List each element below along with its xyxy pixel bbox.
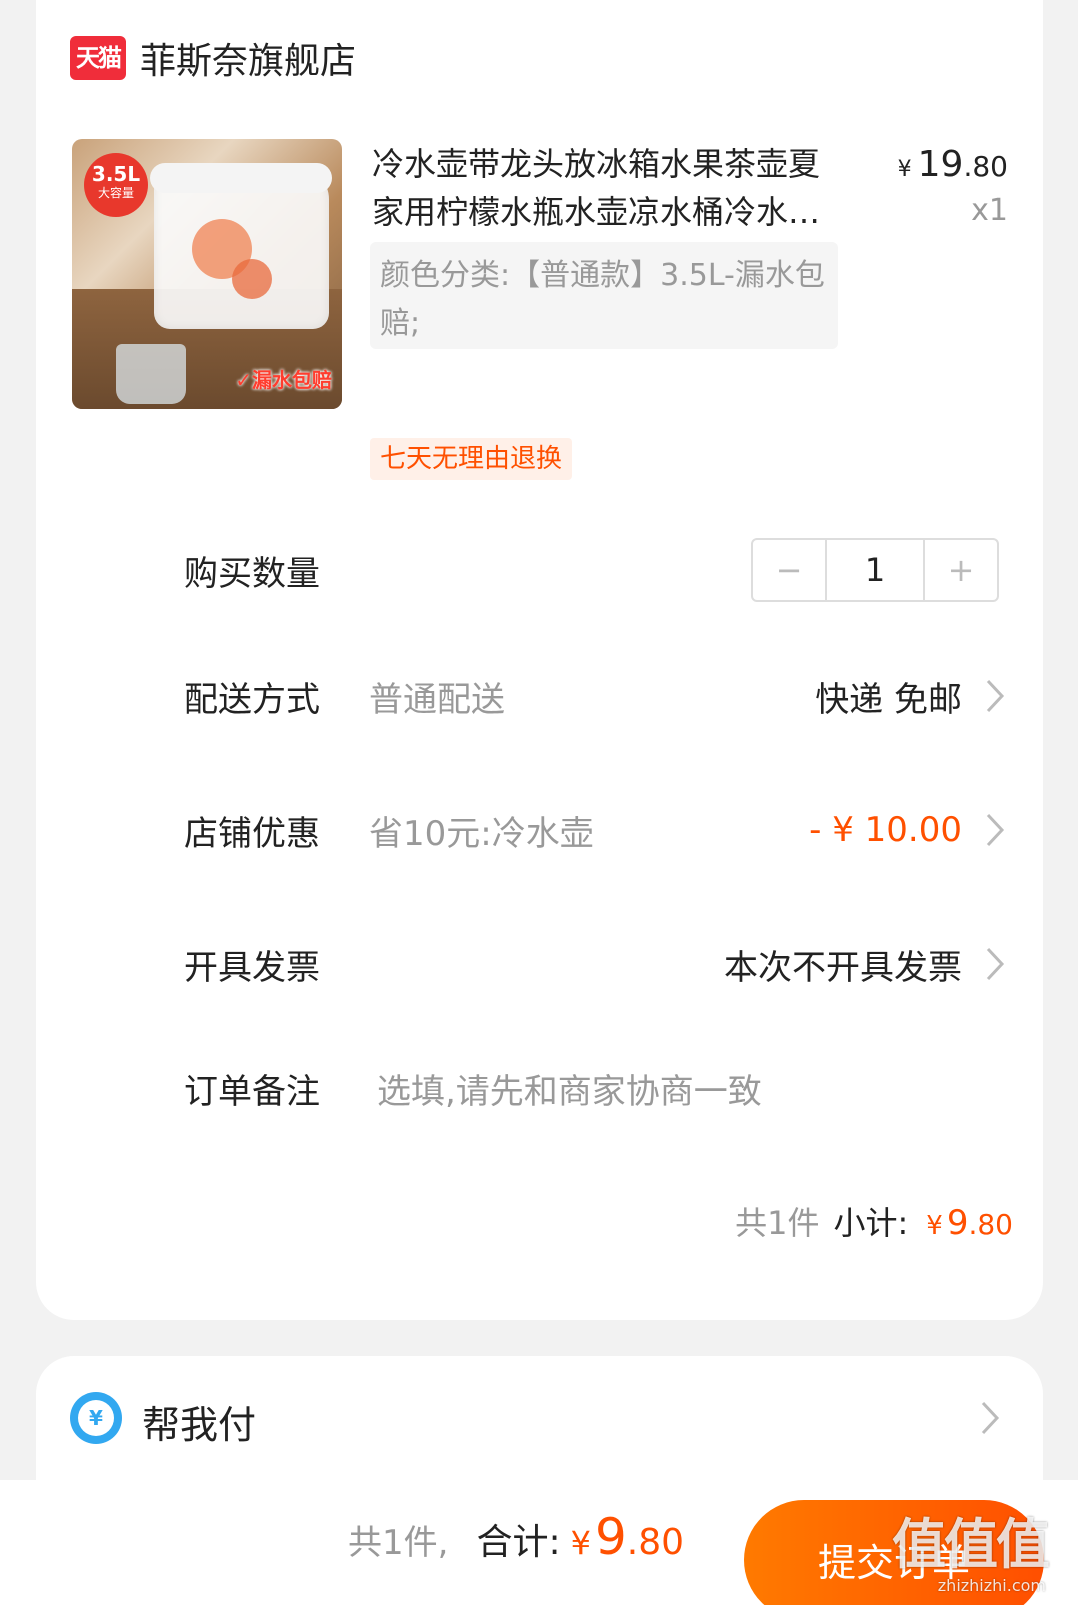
yen-icon: ¥ — [78, 1400, 114, 1436]
note-row: 订单备注 选填,请先和商家协商一致 — [184, 1058, 1008, 1118]
price-dec: .80 — [963, 150, 1008, 183]
chevron-right-icon — [977, 1398, 1003, 1438]
image-fruit — [232, 259, 272, 299]
product-price-column: ¥19.80 x1 — [898, 144, 1008, 228]
invoice-value: 本次不开具发票 — [724, 947, 962, 988]
delivery-value: 快递 免邮 — [815, 679, 962, 720]
chevron-right-icon — [982, 944, 1008, 984]
quantity-label: 购买数量 — [184, 553, 320, 594]
note-label: 订单备注 — [184, 1071, 320, 1112]
subtotal-int: 9 — [946, 1203, 969, 1243]
price-int: 19 — [917, 144, 964, 185]
image-glass — [116, 344, 186, 404]
tmall-logo-icon: 天猫 — [70, 36, 126, 80]
subtotal-symbol: ¥ — [926, 1211, 943, 1241]
watermark-url: zhizhizhi.com — [937, 1576, 1046, 1595]
capacity-badge-size: 3.5L — [91, 162, 141, 186]
shop-header[interactable]: 天猫 菲斯奈旗舰店 — [70, 32, 356, 84]
pay-for-me-label: 帮我付 — [142, 1403, 257, 1447]
total-amount: ¥9.80 — [571, 1508, 684, 1566]
image-lid — [150, 163, 332, 193]
total-int: 9 — [594, 1508, 627, 1566]
price-symbol: ¥ — [897, 157, 912, 182]
increase-button[interactable]: + — [925, 540, 997, 600]
delivery-label: 配送方式 — [184, 679, 320, 720]
sku-box[interactable]: 颜色分类:【普通款】3.5L-漏水包赔; — [370, 242, 838, 349]
capacity-badge-sub: 大容量 — [97, 186, 134, 200]
product-title[interactable]: 冷水壶带龙头放冰箱水果茶壶夏家用柠檬水瓶水壶凉水桶冷水桶大容量 — [372, 140, 842, 236]
subtotal-count: 共1件 — [735, 1204, 820, 1242]
leak-guarantee-text: ✓漏水包赔 — [235, 368, 332, 392]
chevron-right-icon — [982, 810, 1008, 850]
quantity-stepper[interactable]: − 1 + — [751, 538, 999, 602]
order-card: 天猫 菲斯奈旗舰店 3.5L 大容量 ✓漏水包赔 冷水壶带龙头放冰箱水果茶壶夏家… — [36, 0, 1043, 1320]
total-symbol: ¥ — [570, 1524, 591, 1562]
total-dec: .80 — [626, 1522, 685, 1563]
delivery-method: 普通配送 — [369, 679, 505, 720]
subtotal-dec: .80 — [968, 1208, 1013, 1241]
product-quantity: x1 — [971, 193, 1008, 228]
invoice-label: 开具发票 — [184, 947, 320, 988]
invoice-row[interactable]: 开具发票 本次不开具发票 — [184, 934, 1008, 994]
product-image[interactable]: 3.5L 大容量 ✓漏水包赔 — [72, 139, 342, 409]
discount-desc: 省10元:冷水壶 — [369, 813, 594, 854]
product-price: ¥19.80 — [898, 144, 1008, 185]
total-count: 共1件, — [348, 1523, 449, 1563]
decrease-button[interactable]: − — [753, 540, 825, 600]
note-input[interactable]: 选填,请先和商家协商一致 — [369, 1064, 1008, 1113]
chevron-right-icon — [982, 676, 1008, 716]
discount-label: 店铺优惠 — [184, 813, 320, 854]
capacity-badge: 3.5L 大容量 — [84, 153, 148, 217]
discount-row[interactable]: 店铺优惠 省10元:冷水壶 - ¥ 10.00 — [184, 800, 1008, 860]
delivery-row[interactable]: 配送方式 普通配送 快递 免邮 — [184, 666, 1008, 726]
pay-for-me-icon: ¥ — [70, 1392, 122, 1444]
subtotal-label: 小计: — [833, 1204, 909, 1242]
subtotal-amount: ¥9.80 — [926, 1203, 1013, 1243]
watermark-logo: 值值值 — [892, 1513, 1050, 1576]
shop-name[interactable]: 菲斯奈旗舰店 — [140, 32, 356, 84]
quantity-value[interactable]: 1 — [825, 540, 925, 600]
subtotal: 共1件 小计: ¥9.80 — [735, 1198, 1013, 1244]
return-policy-tag: 七天无理由退换 — [370, 438, 573, 480]
order-total: 共1件, 合计: ¥9.80 — [348, 1508, 684, 1566]
total-label: 合计: — [476, 1522, 561, 1563]
discount-value: - ¥ 10.00 — [809, 810, 962, 850]
